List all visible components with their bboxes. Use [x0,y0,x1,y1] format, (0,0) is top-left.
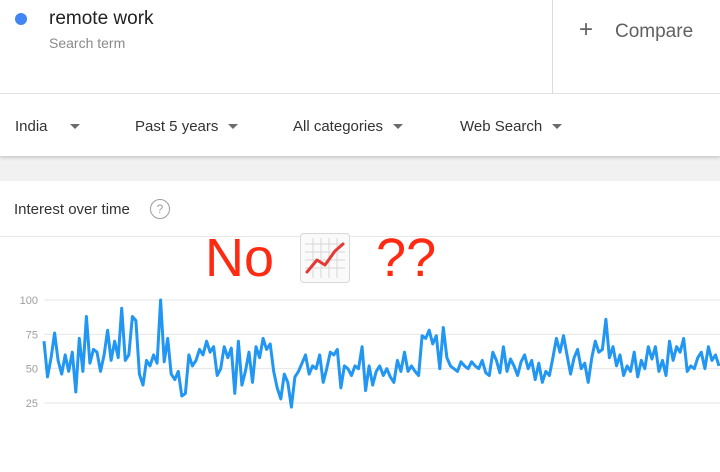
time-filter-dropdown[interactable]: Past 5 years [135,116,239,136]
search-term-sublabel: Search term [49,35,126,51]
search-term-bar: remote work Search term + Compare [0,0,720,94]
caret-down-icon [393,123,404,129]
series-line-0[interactable] [42,298,720,409]
caret-down-icon [552,123,563,129]
geo-filter-dropdown[interactable]: India [15,116,80,136]
search-type-filter-label: Web Search [460,117,543,135]
y-tick-label: 25 [26,398,38,410]
compare-label: Compare [615,21,694,42]
plus-icon: + [579,16,594,43]
time-filter-label: Past 5 years [135,117,219,135]
term-color-dot [15,13,27,25]
category-filter-dropdown[interactable]: All categories [293,116,404,136]
interest-over-time-card: Interest over time ? 100 75 50 25 [0,181,720,472]
compare-button[interactable]: + Compare [553,0,720,93]
category-filter-label: All categories [293,117,384,135]
y-tick-label: 75 [26,329,38,341]
y-tick-label: 100 [20,295,38,307]
interest-line-chart[interactable]: 100 75 50 25 [0,181,720,472]
caret-down-icon [228,123,239,129]
search-term-chip[interactable]: remote work Search term [0,0,553,93]
filter-bar: India Past 5 years All categories Web Se… [0,94,720,156]
caret-down-icon [69,123,80,129]
y-tick-label: 50 [26,364,38,376]
search-term-label[interactable]: remote work [49,8,154,30]
search-type-filter-dropdown[interactable]: Web Search [460,116,563,136]
geo-filter-label: India [15,117,48,135]
